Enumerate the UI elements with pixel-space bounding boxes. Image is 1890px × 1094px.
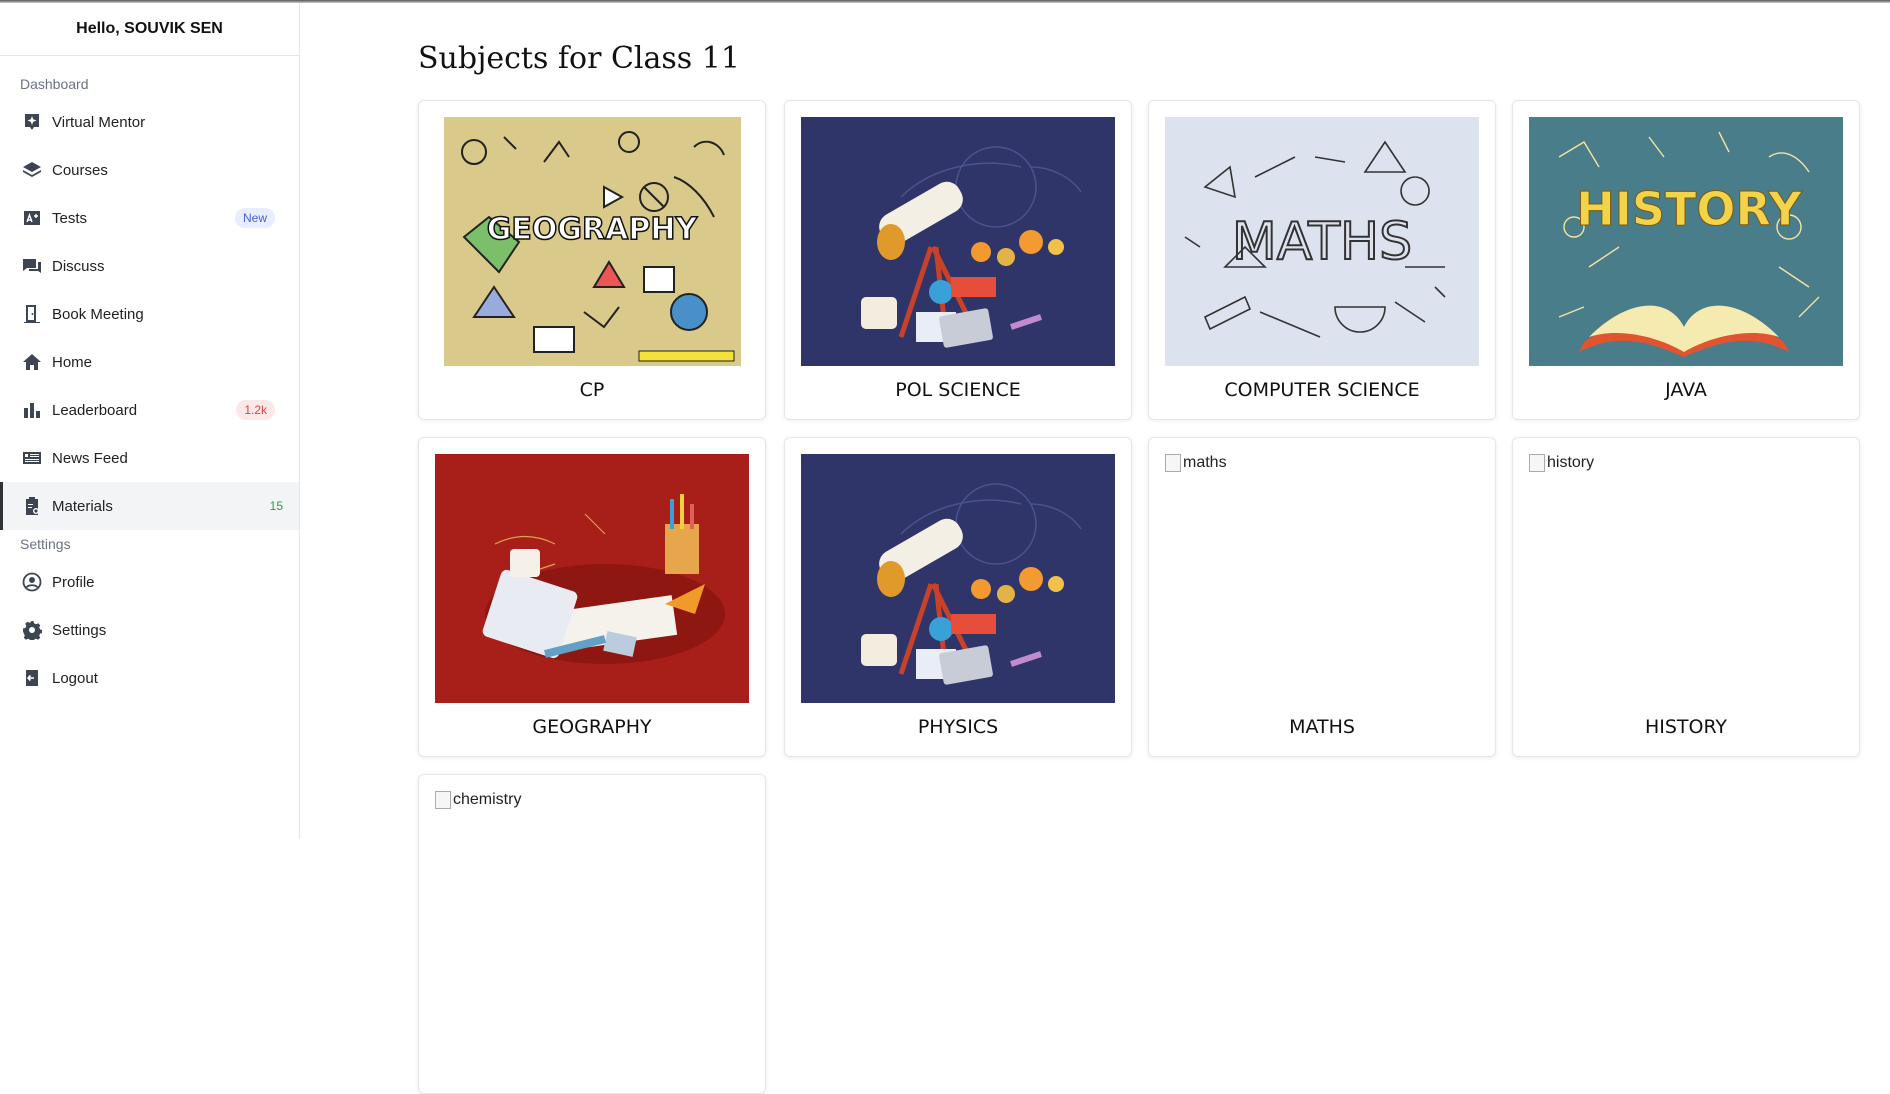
sidebar-item-profile[interactable]: Profile: [0, 558, 299, 606]
subject-image-maths-sketch: MATHS: [1165, 117, 1479, 366]
sidebar-item-label: Tests: [52, 209, 88, 227]
user-greeting: Hello, SOUVIK SEN: [0, 3, 299, 56]
image-alt-text: chemistry: [453, 791, 522, 808]
subject-image-history-book: HISTORY: [1529, 117, 1843, 366]
section-label-dashboard: Dashboard: [20, 76, 89, 92]
sidebar-item-label: Virtual Mentor: [52, 113, 146, 131]
subject-label: HISTORY: [1644, 716, 1728, 738]
subject-card-pol-science[interactable]: POL SCIENCE: [784, 100, 1132, 420]
sidebar-item-materials[interactable]: Materials 15: [0, 482, 299, 530]
sidebar-item-discuss[interactable]: Discuss: [0, 242, 299, 290]
newspaper-icon: [22, 448, 42, 468]
subject-label: GEOGRAPHY: [532, 716, 652, 738]
subject-card-java[interactable]: HISTORY JAVA: [1512, 100, 1860, 420]
broken-image: history: [1529, 454, 1594, 472]
leaderboard-count-badge: 1.2k: [236, 400, 275, 420]
sidebar-item-label: Home: [52, 353, 93, 371]
subject-card-geography[interactable]: GEOGRAPHY: [418, 437, 766, 757]
subject-label: COMPUTER SCIENCE: [1224, 379, 1420, 401]
sidebar-item-label: News Feed: [52, 449, 128, 467]
broken-image: maths: [1165, 454, 1227, 472]
new-badge: New: [234, 208, 275, 228]
door-icon: [22, 304, 42, 324]
sidebar-item-label: Logout: [52, 669, 98, 687]
subject-card-cp[interactable]: GEOGRAPHY CP: [418, 100, 766, 420]
sidebar-item-home[interactable]: Home: [0, 338, 299, 386]
sidebar-item-tests[interactable]: Tests New: [0, 194, 299, 242]
subject-card-history[interactable]: history HISTORY: [1512, 437, 1860, 757]
subject-card-chemistry[interactable]: chemistry: [418, 774, 766, 1094]
sidebar-item-virtual-mentor[interactable]: Virtual Mentor: [0, 98, 299, 146]
gear-icon: [22, 620, 42, 640]
bar-chart-icon: [22, 400, 42, 420]
sidebar-item-label: Courses: [52, 161, 108, 179]
subject-label: POL SCIENCE: [895, 379, 1021, 401]
sidebar-item-label: Leaderboard: [52, 401, 138, 419]
test-icon: [22, 208, 42, 228]
image-alt-text: history: [1547, 454, 1595, 471]
sparkle-icon: [22, 112, 42, 132]
subject-card-computer-science[interactable]: MATHS COMPUTER SCIENCE: [1148, 100, 1496, 420]
image-alt-text: maths: [1183, 454, 1227, 471]
subject-label: JAVA: [1665, 379, 1707, 401]
chat-icon: [22, 256, 42, 276]
subject-image-science-telescope: [801, 454, 1115, 703]
broken-image: chemistry: [435, 791, 521, 809]
sidebar-item-courses[interactable]: Courses: [0, 146, 299, 194]
user-circle-icon: [22, 572, 42, 592]
sidebar-item-leaderboard[interactable]: Leaderboard 1.2k: [0, 386, 299, 434]
main-content: Subjects for Class 11 GEOGRAPHY CP POL S…: [300, 3, 1890, 1094]
materials-count-badge: 15: [269, 499, 283, 513]
maths-sketch-text: MATHS: [1232, 212, 1412, 272]
subject-image-geography-doodle: GEOGRAPHY: [444, 117, 741, 366]
history-book-text: HISTORY: [1576, 182, 1802, 236]
layers-icon: [22, 160, 42, 180]
sidebar-item-label: Profile: [52, 573, 95, 591]
broken-image-icon: [1529, 454, 1545, 472]
subject-card-maths[interactable]: maths MATHS: [1148, 437, 1496, 757]
broken-image-icon: [435, 791, 451, 809]
broken-image-icon: [1165, 454, 1181, 472]
subject-image-science-telescope: [801, 117, 1115, 366]
subject-image-math-desk-red: [435, 454, 749, 703]
subject-label: CP: [579, 379, 605, 401]
logout-icon: [22, 668, 42, 688]
home-icon: [22, 352, 42, 372]
subject-label: PHYSICS: [917, 716, 999, 738]
sidebar-item-book-meeting[interactable]: Book Meeting: [0, 290, 299, 338]
sidebar-item-logout[interactable]: Logout: [0, 654, 299, 702]
sidebar-item-news-feed[interactable]: News Feed: [0, 434, 299, 482]
sidebar-item-label: Settings: [52, 621, 107, 639]
section-label-settings: Settings: [20, 536, 71, 552]
sidebar-item-label: Materials: [52, 497, 113, 515]
sidebar-item-label: Discuss: [52, 257, 105, 275]
sidebar-item-label: Book Meeting: [52, 305, 144, 323]
page-title: Subjects for Class 11: [418, 41, 740, 76]
geography-doodle-text: GEOGRAPHY: [487, 212, 699, 247]
subject-card-physics[interactable]: PHYSICS: [784, 437, 1132, 757]
clipboard-icon: [22, 496, 42, 516]
sidebar: Hello, SOUVIK SEN Dashboard Virtual Ment…: [0, 3, 300, 839]
subject-label: MATHS: [1289, 716, 1355, 738]
sidebar-item-settings[interactable]: Settings: [0, 606, 299, 654]
